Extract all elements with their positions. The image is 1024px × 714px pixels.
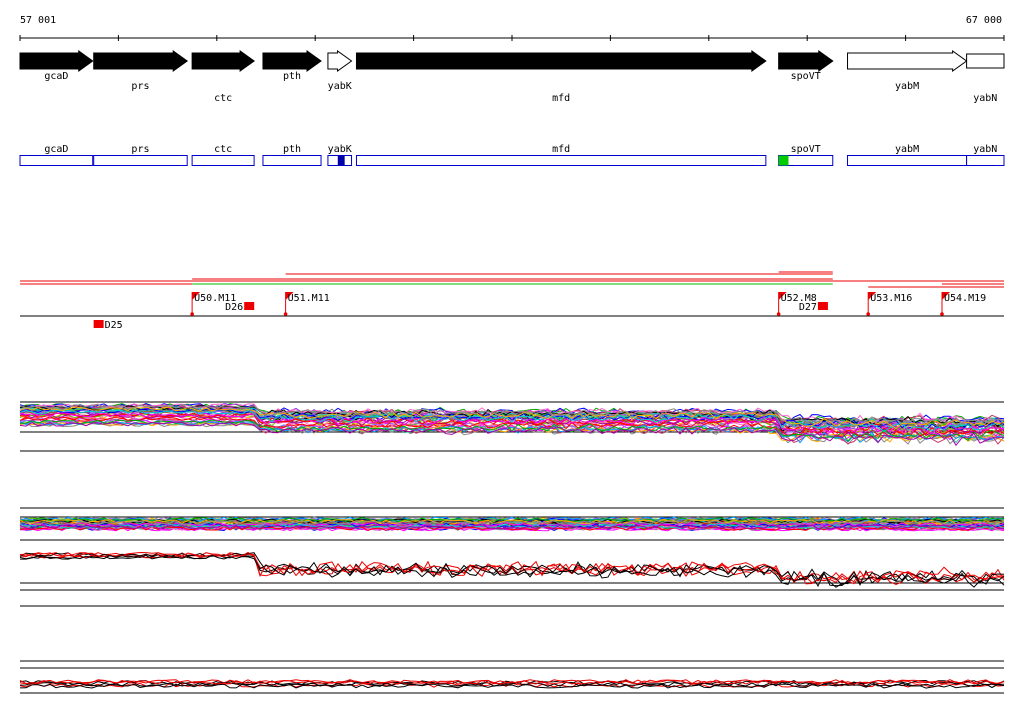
profile-track1 [19, 403, 1005, 447]
gene-box-label: pth [283, 144, 301, 155]
gene-box-ctc[interactable] [191, 155, 255, 166]
upstream-marker-dot [190, 312, 194, 316]
gene-arrow-label: ctc [214, 93, 232, 104]
expression-profile-tracks [19, 401, 1005, 694]
gene-arrow-mfd[interactable] [355, 50, 767, 72]
downstream-marker-label: D25 [105, 320, 123, 331]
downstream-marker[interactable] [93, 320, 104, 328]
gene-box-label: prs [131, 144, 149, 155]
gene-arrow-label: prs [131, 81, 149, 92]
gene-box-gcaD[interactable] [19, 155, 94, 166]
gene-box-label: gcaD [44, 144, 68, 155]
gene-arrow-prs[interactable] [93, 50, 189, 72]
upstream-marker-label: U54.M19 [944, 293, 986, 304]
profile-track2 [19, 516, 1005, 532]
gene-arrow-yabN[interactable] [966, 53, 1005, 69]
gene-box-label: mfd [552, 144, 570, 155]
gene-box-label: ctc [214, 144, 232, 155]
gene-arrow-yabM[interactable] [847, 50, 968, 72]
gene-box-prs[interactable] [93, 155, 188, 166]
ruler-end-label: 67 000 [966, 15, 1002, 26]
downstream-marker[interactable] [244, 302, 255, 310]
upstream-marker-label: U53.M16 [870, 293, 912, 304]
gene-arrow-yabK[interactable] [327, 50, 353, 72]
gene-arrow-gcaD[interactable] [19, 50, 94, 72]
gene-arrow-track: gcaD prs ctc pth yabK mfd spoVT yabM yabN [19, 50, 1005, 104]
transcription-unit-track: U50.M11 U51.M11 U52.M8 U53.M16 U54.M19D25D26… [20, 271, 1004, 331]
gene-arrow-ctc[interactable] [191, 50, 255, 72]
gene-box-label: spoVT [791, 144, 821, 155]
genome-browser-view: 57 001 67 000 gcaD prs ctc pth yabK mfd spoVT y… [19, 15, 1005, 694]
gene-arrow-label: yabK [328, 81, 352, 92]
gene-box-yabM[interactable] [847, 155, 968, 166]
profile-track4 [19, 679, 1005, 689]
profile-line [20, 554, 1005, 588]
gene-box-yabN[interactable] [966, 155, 1005, 166]
profile-track3 [19, 551, 1005, 588]
gene-box-track: gcaD prs ctc pth yabK mfd spoVT yabM yabN [19, 144, 1005, 166]
gene-box-mfd[interactable] [355, 155, 767, 166]
gene-box-pth[interactable] [262, 155, 322, 166]
upstream-marker-dot [940, 312, 944, 316]
gene-box-label: yabK [328, 144, 352, 155]
coordinate-ruler: 57 001 67 000 [19, 15, 1005, 41]
downstream-marker-label: D26 [225, 302, 243, 313]
downstream-marker-label: D27 [799, 302, 817, 313]
gene-arrow-label: mfd [552, 93, 570, 104]
gene-arrow-label: spoVT [791, 71, 821, 82]
downstream-marker[interactable] [817, 302, 828, 310]
ruler-start-label: 57 001 [20, 15, 56, 26]
profile-line [19, 554, 1005, 588]
gene-arrow-label: yabN [973, 93, 997, 104]
upstream-marker-dot [866, 312, 870, 316]
upstream-marker-dot [776, 312, 781, 316]
gene-arrow-label: pth [283, 71, 301, 82]
gene-arrow-pth[interactable] [262, 50, 322, 72]
upstream-marker-label: U51.M11 [288, 293, 330, 304]
gene-box-label: yabM [895, 144, 919, 155]
gene-arrow-label: gcaD [44, 71, 68, 82]
upstream-marker-dot [283, 312, 288, 316]
gene-box-label: yabN [973, 144, 997, 155]
gene-annotation-mark [778, 155, 789, 166]
gene-annotation-mark [337, 155, 345, 166]
gene-arrow-label: yabM [895, 81, 919, 92]
gene-arrow-spoVT[interactable] [778, 50, 834, 72]
